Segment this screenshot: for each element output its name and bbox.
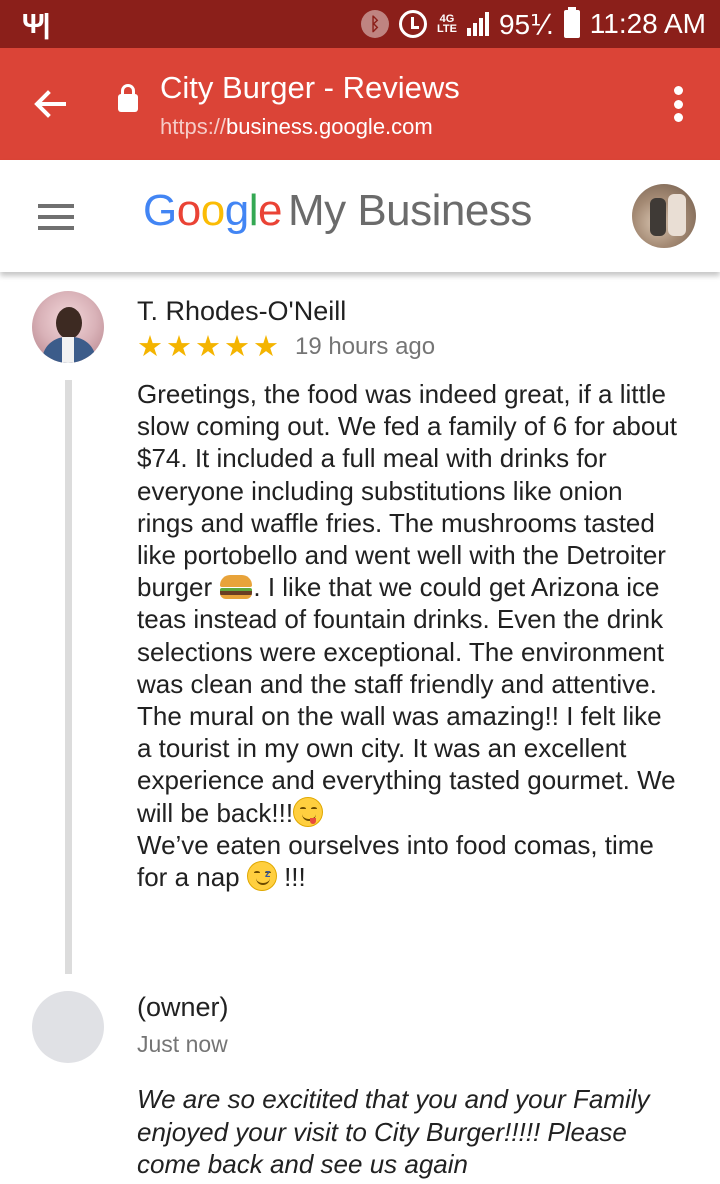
thread-line — [65, 380, 72, 974]
status-bar: Ψ| ᛒ 4G LTE 95⅟. 11:28 AM — [0, 0, 720, 48]
clock-time: 11:28 AM — [589, 8, 706, 39]
back-arrow-icon[interactable] — [28, 82, 72, 126]
star-icon: ★ — [253, 331, 279, 363]
review-timestamp: 19 hours ago — [295, 333, 436, 360]
owner-label: (owner) — [137, 992, 229, 1022]
star-icon: ★ — [137, 331, 163, 363]
url-host: business.google.com — [226, 114, 433, 139]
reply-timestamp: Just now — [137, 1031, 228, 1057]
star-icon: ★ — [166, 331, 192, 363]
reviewer-name[interactable]: T. Rhodes-O'Neill — [137, 296, 346, 327]
yum-face-emoji-icon — [293, 796, 324, 827]
page-title: City Burger - Reviews — [160, 70, 460, 105]
network-type-icon: 4G LTE — [436, 13, 457, 35]
hamburger-menu-icon[interactable] — [38, 204, 74, 230]
more-options-icon[interactable] — [674, 86, 684, 122]
gmb-header: Google My Business — [0, 160, 720, 272]
sleeping-face-emoji-icon: z — [246, 861, 277, 892]
account-avatar[interactable] — [632, 184, 696, 248]
owner-reply-text: We are so excitited that you and your Fa… — [137, 1084, 650, 1179]
browser-app-bar: City Burger - Reviews https://business.g… — [0, 48, 720, 160]
star-icon: ★ — [195, 331, 221, 363]
review-thread: T. Rhodes-O'Neill ★ ★ ★ ★ ★ 19 hours ago… — [0, 272, 720, 1184]
lock-icon — [118, 84, 138, 112]
battery-icon — [563, 7, 580, 38]
url-scheme: https:// — [160, 114, 227, 139]
fork-knife-icon: Ψ| — [22, 8, 50, 39]
hamburger-emoji-icon — [219, 574, 253, 600]
battery-percent: 95⅟. — [498, 8, 554, 40]
star-rating: ★ ★ ★ ★ ★ — [137, 332, 279, 362]
status-icons: ᛒ 4G LTE 95⅟. 11:28 AM — [360, 0, 706, 48]
google-my-business-logo[interactable]: Google My Business — [143, 186, 532, 236]
product-name: My Business — [287, 186, 532, 235]
owner-avatar — [32, 991, 104, 1063]
review-text: Greetings, the food was indeed great, if… — [137, 379, 678, 893]
page-url: https://business.google.com — [160, 114, 433, 140]
star-icon: ★ — [224, 331, 250, 363]
alarm-clock-icon — [398, 10, 427, 38]
signal-strength-icon — [466, 12, 489, 36]
bluetooth-icon: ᛒ — [360, 10, 389, 38]
reviewer-avatar[interactable] — [32, 291, 104, 363]
